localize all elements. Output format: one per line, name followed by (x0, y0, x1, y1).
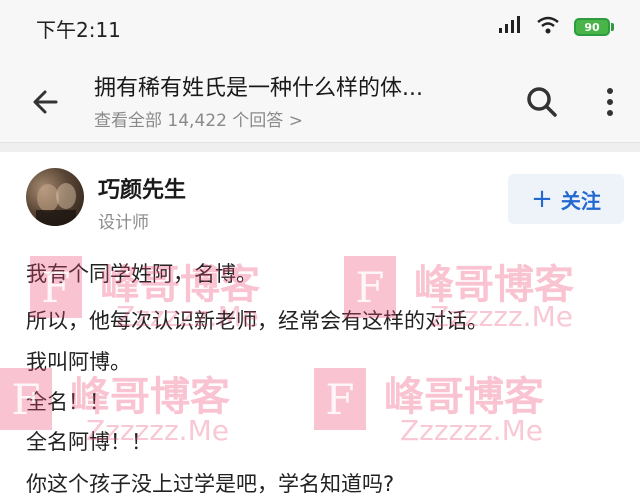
answer-line: 我有个同学姓阿，名博。 (26, 262, 257, 286)
author-name[interactable]: 巧颜先生 (98, 172, 186, 204)
battery-icon: 90 (574, 18, 614, 36)
question-header: 拥有稀有姓氏是一种什么样的体... 查看全部 14,422 个回答 > (0, 58, 640, 143)
watermark-url: Zzzzzz.Me (400, 414, 543, 447)
answer-line: 你这个孩子没上过学是吧，学名知道吗? (26, 472, 395, 496)
answer-line: 所以，他每次认识新老师，经常会有这样的对话。 (26, 309, 488, 333)
answer-line: 全名！！ (26, 390, 110, 414)
watermark-logo: F (314, 368, 366, 430)
question-title[interactable]: 拥有稀有姓氏是一种什么样的体... (94, 70, 423, 102)
back-button[interactable] (26, 82, 66, 122)
answer-line: 全名阿博！！ (26, 430, 152, 454)
watermark-name: 峰哥博客 (414, 262, 574, 308)
status-bar: 下午2:11 90 (0, 0, 640, 58)
search-button[interactable] (522, 82, 562, 122)
status-time: 下午2:11 (36, 18, 121, 42)
view-all-answers-link[interactable]: 查看全部 14,422 个回答 > (94, 106, 303, 131)
watermark-name: 峰哥博客 (384, 374, 544, 420)
avatar[interactable] (26, 168, 84, 226)
section-divider (0, 143, 640, 152)
back-arrow-icon (33, 90, 58, 114)
follow-label: 关注 (560, 188, 601, 213)
wifi-icon (536, 16, 560, 38)
answer-line: 我叫阿博。 (26, 350, 131, 374)
more-button[interactable] (598, 82, 622, 122)
signal-icon (498, 16, 522, 38)
plus-icon: + (531, 184, 553, 214)
status-icons: 90 (498, 16, 614, 38)
more-vertical-icon (607, 88, 613, 116)
author-title: 设计师 (98, 213, 149, 233)
search-icon (527, 87, 557, 117)
follow-button[interactable]: + 关注 (508, 174, 624, 224)
battery-level: 90 (574, 18, 610, 36)
